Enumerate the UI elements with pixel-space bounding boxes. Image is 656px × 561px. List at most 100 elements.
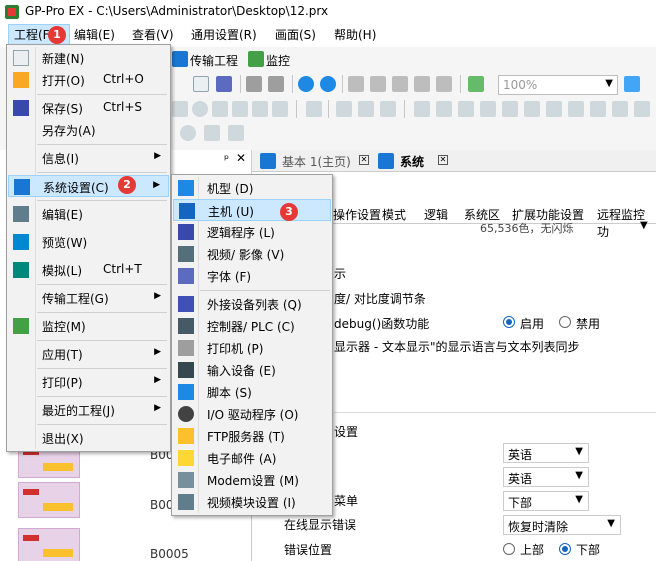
print-preview-icon[interactable] bbox=[268, 76, 284, 92]
submenu-item-device-list[interactable]: 外接设备列表 (Q) bbox=[173, 293, 331, 315]
error-bottom-label[interactable]: 下部 bbox=[576, 541, 600, 558]
menu-item-info[interactable]: 信息(I) ▶ bbox=[8, 147, 169, 169]
language-dropdown-1[interactable]: 英语 ▼ bbox=[503, 443, 589, 463]
submenu-item-io-driver[interactable]: I/O 驱动程序 (O) bbox=[173, 403, 331, 425]
debug-enable-label[interactable]: 启用 bbox=[520, 315, 544, 332]
online-error-dropdown[interactable]: 恢复时清除 ▼ bbox=[503, 515, 621, 535]
menu-item-simulate[interactable]: 模拟(L) Ctrl+T bbox=[8, 259, 169, 281]
menu-item-new[interactable]: 新建(N) bbox=[8, 47, 169, 69]
switch-icon[interactable] bbox=[358, 101, 374, 117]
debug-disable-label[interactable]: 禁用 bbox=[576, 315, 600, 332]
submenu-item-model[interactable]: 机型 (D) bbox=[173, 177, 331, 199]
draw-arc-icon[interactable] bbox=[232, 101, 248, 117]
flip-h-icon[interactable] bbox=[204, 125, 220, 141]
close-panel-icon[interactable]: ✕ bbox=[236, 151, 246, 165]
align-icon[interactable] bbox=[590, 101, 606, 117]
draw-line-icon[interactable] bbox=[212, 101, 228, 117]
save-icon[interactable] bbox=[216, 76, 232, 92]
menu-item-edit[interactable]: 编辑(E) bbox=[8, 203, 169, 225]
menu-item-save[interactable]: 保存(S) Ctrl+S bbox=[8, 97, 169, 119]
sampling-icon[interactable] bbox=[524, 101, 540, 117]
monitor-icon[interactable] bbox=[248, 51, 264, 67]
submenu-item-font[interactable]: 字体 (F) bbox=[173, 265, 331, 287]
rotate-icon[interactable] bbox=[180, 125, 196, 141]
submenu-item-logic[interactable]: 逻辑程序 (L) bbox=[173, 221, 331, 243]
pin-icon[interactable]: ᵖ bbox=[224, 152, 229, 166]
submenu-item-plc[interactable]: 控制器/ PLC (C) bbox=[173, 315, 331, 337]
zoom-fit-icon[interactable] bbox=[624, 76, 640, 92]
order-icon[interactable] bbox=[634, 101, 650, 117]
copy-icon[interactable] bbox=[370, 76, 386, 92]
transfer-icon[interactable] bbox=[172, 51, 188, 67]
redo-icon[interactable] bbox=[320, 76, 336, 92]
language-dropdown-2[interactable]: 英语 ▼ bbox=[503, 467, 589, 487]
subtab-mode[interactable]: 模式 bbox=[382, 206, 406, 223]
menu-item-transfer[interactable]: 传输工程(G) ▶ bbox=[8, 287, 169, 309]
menu-screen[interactable]: 画面(S) bbox=[275, 24, 316, 47]
system-settings-submenu: 机型 (D) 主机 (U) 逻辑程序 (L) 视频/ 影像 (V) 字体 (F)… bbox=[171, 174, 333, 516]
menu-item-exit[interactable]: 退出(X) bbox=[8, 427, 169, 449]
submenu-item-host[interactable]: 主机 (U) bbox=[173, 199, 331, 221]
new-icon[interactable] bbox=[193, 76, 209, 92]
graph-icon[interactable] bbox=[436, 101, 452, 117]
error-top-label[interactable]: 上部 bbox=[520, 541, 544, 558]
subtab-logic[interactable]: 逻辑 bbox=[424, 206, 448, 223]
menu-position-dropdown[interactable]: 下部 ▼ bbox=[503, 491, 589, 511]
tab-base-1[interactable]: 基本 1(主页) bbox=[282, 153, 351, 170]
menu-item-save-as[interactable]: 另存为(A) bbox=[8, 119, 169, 141]
error-bottom-radio[interactable] bbox=[559, 543, 571, 555]
submenu-item-input-device[interactable]: 输入设备 (E) bbox=[173, 359, 331, 381]
transfer-button[interactable]: 传输工程 bbox=[190, 52, 238, 69]
draw-polyline-icon[interactable] bbox=[252, 101, 268, 117]
duplicate-icon[interactable] bbox=[414, 76, 430, 92]
tab-system[interactable]: 系统 bbox=[400, 153, 424, 170]
lamp-icon[interactable] bbox=[336, 101, 352, 117]
close-tab-icon[interactable]: ✕ bbox=[438, 155, 448, 165]
keypad-icon[interactable] bbox=[480, 101, 496, 117]
zoom-select[interactable]: 100% ▼ bbox=[498, 75, 618, 95]
message-icon[interactable] bbox=[568, 101, 584, 117]
print-icon[interactable] bbox=[246, 76, 262, 92]
table-icon[interactable] bbox=[306, 101, 322, 117]
menu-item-apply[interactable]: 应用(T) ▶ bbox=[8, 343, 169, 365]
submenu-item-video[interactable]: 视频/ 影像 (V) bbox=[173, 243, 331, 265]
submenu-item-modem[interactable]: Modem设置 (M) bbox=[173, 469, 331, 491]
menu-item-system-settings[interactable]: 系统设置(C) ▶ bbox=[8, 175, 169, 197]
draw-ellipse-icon[interactable] bbox=[192, 101, 208, 117]
close-tab-icon[interactable]: ✕ bbox=[359, 155, 369, 165]
menu-common-settings[interactable]: 通用设置(R) bbox=[191, 24, 257, 47]
menu-item-print[interactable]: 打印(P) ▶ bbox=[8, 371, 169, 393]
menu-item-open[interactable]: 打开(O) Ctrl+O bbox=[8, 69, 169, 91]
submenu-item-printer[interactable]: 打印机 (P) bbox=[173, 337, 331, 359]
submenu-item-ftp[interactable]: FTP服务器 (T) bbox=[173, 425, 331, 447]
alarm-icon[interactable] bbox=[502, 101, 518, 117]
menu-item-monitor[interactable]: 监控(M) bbox=[8, 315, 169, 337]
meter-icon[interactable] bbox=[380, 101, 396, 117]
group-icon[interactable] bbox=[612, 101, 628, 117]
draw-rect-icon[interactable] bbox=[272, 101, 288, 117]
delete-icon[interactable] bbox=[436, 76, 452, 92]
menu-help[interactable]: 帮助(H) bbox=[334, 24, 376, 47]
screen-thumbnail[interactable] bbox=[18, 482, 80, 518]
subtab-operation[interactable]: 操作设置 bbox=[333, 206, 381, 223]
debug-enable-radio[interactable] bbox=[503, 316, 515, 328]
chevron-down-icon[interactable]: ▼ bbox=[640, 220, 648, 231]
data-display-icon[interactable] bbox=[414, 101, 430, 117]
submenu-item-script[interactable]: 脚本 (S) bbox=[173, 381, 331, 403]
draw-point-icon[interactable] bbox=[172, 101, 188, 117]
check-icon[interactable] bbox=[468, 76, 484, 92]
paste-icon[interactable] bbox=[392, 76, 408, 92]
flip-v-icon[interactable] bbox=[228, 125, 244, 141]
submenu-item-email[interactable]: 电子邮件 (A) bbox=[173, 447, 331, 469]
monitor-button[interactable]: 监控 bbox=[266, 52, 290, 69]
cut-icon[interactable] bbox=[348, 76, 364, 92]
menu-item-recent[interactable]: 最近的工程(J) ▶ bbox=[8, 399, 169, 421]
picture-icon[interactable] bbox=[546, 101, 562, 117]
error-top-radio[interactable] bbox=[503, 543, 515, 555]
menu-item-preview[interactable]: 预览(W) bbox=[8, 231, 169, 253]
debug-disable-radio[interactable] bbox=[559, 316, 571, 328]
submenu-item-video-module[interactable]: 视频模块设置 (I) bbox=[173, 491, 331, 513]
window-icon[interactable] bbox=[458, 101, 474, 117]
undo-icon[interactable] bbox=[298, 76, 314, 92]
screen-thumbnail[interactable] bbox=[18, 528, 80, 561]
